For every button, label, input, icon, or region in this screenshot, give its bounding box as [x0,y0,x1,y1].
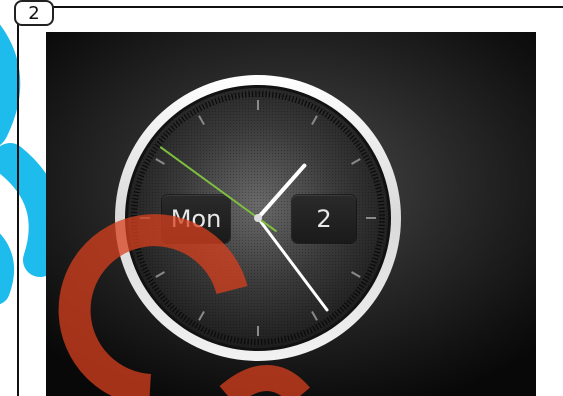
clock-hands-overlay [159,146,329,312]
minute-hand [256,216,329,312]
screenshot-root: 2 Mon 2 [0,0,563,396]
hour-hand [256,163,307,220]
clock-widget-screen[interactable]: Mon 2 [46,32,536,396]
center-pin [254,214,262,222]
panel-number-badge: 2 [14,0,54,26]
